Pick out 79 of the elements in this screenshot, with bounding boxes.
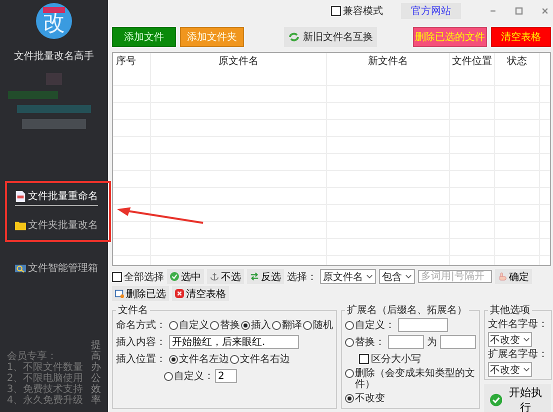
column-header: 状态 [495, 53, 540, 69]
custom-extension-field[interactable] [398, 318, 448, 332]
caret-icon [405, 274, 412, 279]
nav-item[interactable]: 文件批量重命名 [15, 189, 98, 206]
group-title: 文件名 [117, 304, 149, 317]
check-icon [170, 272, 179, 281]
column-header: 原文件名 [151, 53, 327, 69]
check-icon [490, 393, 502, 407]
group-title: 扩展名（后缀名、拓展名） [346, 304, 468, 317]
folder-icon [15, 220, 26, 230]
selection-tool-button[interactable]: 删除已选 [112, 286, 169, 301]
slogan: 提高办公效率 [91, 340, 102, 406]
app-logo: 改 [36, 3, 72, 39]
swap-arrows-icon [250, 272, 259, 281]
radio-button[interactable]: 删除（会变成未知类型的文件） [345, 368, 476, 390]
radio-button[interactable]: 随机 [303, 318, 333, 332]
toolbar-button[interactable]: 添加文件 [112, 27, 176, 47]
column-header: 序号 [113, 53, 151, 69]
radio-button[interactable]: 替换： [345, 335, 385, 349]
radio-button[interactable]: 翻译 [272, 318, 302, 332]
insert-content-field[interactable]: 开始脸红，后来眼红. [169, 335, 299, 349]
nav-item[interactable]: 文件智能管理箱 [15, 261, 98, 278]
radio-button[interactable]: 自定义 [169, 318, 209, 332]
field-label: 插入内容： [116, 336, 166, 349]
clear-icon [175, 289, 184, 298]
caret-icon [366, 274, 373, 279]
radio-button[interactable]: 自定义： [164, 369, 214, 383]
radio-button[interactable]: 不改变 [345, 391, 385, 405]
radio-button[interactable]: 自定义： [345, 318, 395, 332]
member-perk: 3、免费技术支持 [6, 384, 84, 395]
caret-icon [523, 367, 530, 372]
member-title: 会员专享： [6, 351, 58, 362]
window-icon [115, 289, 124, 298]
field-label: 文件名字母： [488, 318, 548, 331]
selection-tool-button[interactable]: 清空表格 [172, 286, 229, 301]
replace-to-field[interactable] [440, 335, 476, 349]
refresh-icon [288, 32, 300, 42]
case-dropdown[interactable]: 不改变 [488, 362, 532, 377]
member-perk: 1、不限文件数量 [6, 362, 84, 373]
radio-button[interactable]: 文件名左边 [169, 352, 229, 366]
to-label: 为 [427, 336, 437, 349]
selection-button[interactable]: 选中 [167, 269, 204, 284]
selection-button[interactable]: 反选 [247, 269, 284, 284]
field-label: 命名方式： [116, 318, 166, 332]
select-all-checkbox[interactable]: 全部选择 [112, 270, 164, 284]
radio-button[interactable]: 文件名右边 [230, 352, 290, 366]
field-dropdown[interactable]: 原文件名 [320, 269, 376, 284]
column-header: 新文件名 [327, 53, 450, 69]
column-header: 文件位置 [450, 53, 495, 69]
website-button[interactable]: 官方网站 [401, 3, 461, 19]
match-dropdown[interactable]: 包含 [379, 269, 415, 284]
compat-checkbox[interactable]: 兼容模式 [331, 4, 383, 18]
toolbar-button[interactable]: 清空表格 [491, 27, 551, 47]
selection-button[interactable]: 不选 [207, 269, 244, 284]
select-label: 选择： [287, 270, 317, 284]
app-title: 文件批量改名高手 [14, 50, 94, 63]
selection-tool-button[interactable]: 确定 [495, 269, 532, 284]
member-perk: 4、永久免费升级 [6, 395, 84, 406]
case-dropdown[interactable]: 不改变 [488, 332, 532, 347]
caret-icon [523, 337, 530, 342]
nav-item[interactable]: 文件夹批量改名 [15, 218, 98, 235]
group-title: 其他选项 [489, 304, 531, 317]
replace-from-field[interactable] [388, 335, 424, 349]
radio-button[interactable]: 替换 [210, 318, 240, 332]
field-label: 插入位置： [116, 352, 166, 366]
radio-button[interactable]: 插入 [241, 318, 271, 332]
maximize-icon[interactable] [513, 5, 525, 17]
anchor-icon [210, 272, 219, 281]
blurred-area [22, 119, 86, 129]
magnifier-icon [15, 262, 26, 274]
field-label: 扩展名字母： [488, 348, 548, 361]
document-icon [15, 190, 26, 202]
keyword-field[interactable]: 多词用|号隔开 [418, 270, 492, 283]
blurred-area [8, 91, 58, 99]
position-field[interactable]: 2 [215, 369, 237, 383]
case-checkbox[interactable]: 区分大小写 [359, 352, 421, 366]
swap-names-button[interactable]: 新旧文件名互换 [284, 27, 377, 47]
hand-icon [498, 272, 507, 281]
member-perk: 2、不限电脑使用 [6, 373, 84, 384]
